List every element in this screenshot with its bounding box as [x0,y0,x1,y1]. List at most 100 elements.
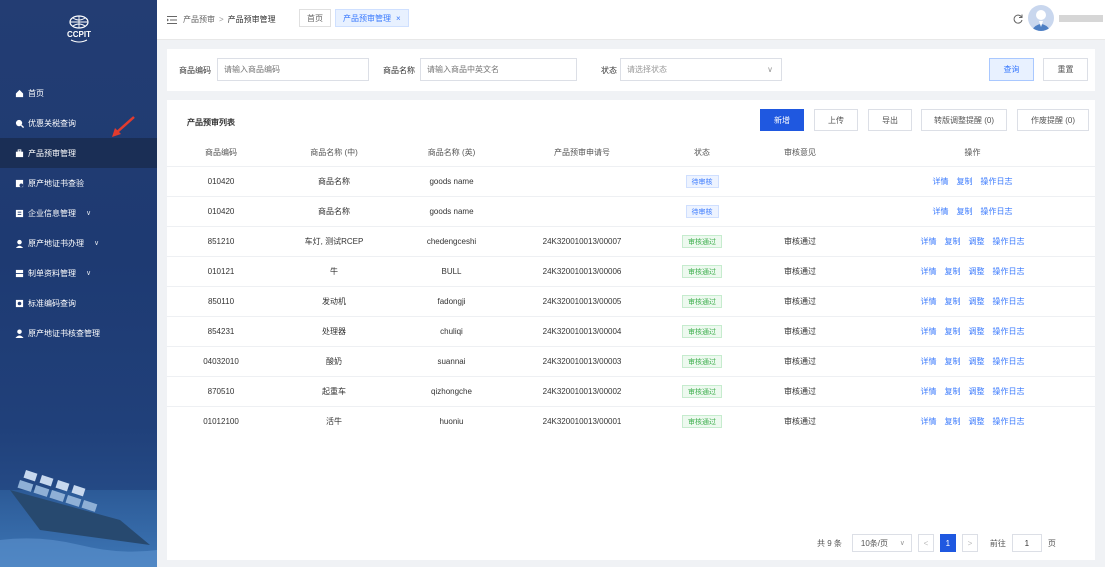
col-app-no: 产品预审申请号 [510,140,654,166]
detail-link[interactable]: 详情 [933,206,949,217]
col-status: 状态 [654,140,750,166]
copy-link[interactable]: 复制 [957,176,973,187]
cell-opinion: 审核通过 [750,345,850,376]
status-badge: 审核通过 [682,384,722,398]
oplog-link[interactable]: 操作日志 [993,416,1025,427]
page-jump: 前往 1 页 [990,534,1056,552]
status-badge: 待审核 [685,204,719,218]
close-icon[interactable]: × [396,14,401,23]
copy-link[interactable]: 复制 [945,356,961,367]
detail-link[interactable]: 详情 [921,416,937,427]
transfer-remind-button[interactable]: 转版调整提醒 (0) [921,109,1007,131]
status-select[interactable]: 请选择状态 ∨ [620,58,782,81]
cell-ops: 详情 复制 调整 操作日志 [850,285,1095,316]
oplog-link[interactable]: 操作日志 [993,266,1025,277]
adjust-link[interactable]: 调整 [969,266,985,277]
detail-link[interactable]: 详情 [921,326,937,337]
sidebar-item-cert-inspect[interactable]: 原产地证书核查管理 [0,318,157,348]
sidebar-item-cert-apply[interactable]: 原产地证书办理 ∨ [0,228,157,258]
name-input[interactable] [420,58,577,81]
oplog-link[interactable]: 操作日志 [993,236,1025,247]
export-button[interactable]: 导出 [868,109,912,131]
oplog-link[interactable]: 操作日志 [993,326,1025,337]
code-label: 商品编码 [179,66,211,75]
sidebar-item-enterprise[interactable]: 企业信息管理 ∨ [0,198,157,228]
refresh-icon[interactable] [1012,13,1024,25]
copy-link[interactable]: 复制 [945,416,961,427]
breadcrumb-parent[interactable]: 产品预审 [183,14,215,25]
adjust-link[interactable]: 调整 [969,386,985,397]
query-button[interactable]: 查询 [989,58,1034,81]
detail-link[interactable]: 详情 [933,176,949,187]
adjust-link[interactable]: 调整 [969,296,985,307]
col-name-en: 商品名称 (英) [393,140,510,166]
copy-link[interactable]: 复制 [945,386,961,397]
oplog-link[interactable]: 操作日志 [993,296,1025,307]
table-row: 870510 起重车 qizhongche 24K320010013/00002 审核通… [167,375,1095,406]
sidebar-item-label: 企业信息管理 [28,208,76,218]
next-page-button[interactable]: > [961,534,978,552]
oplog-link[interactable]: 操作日志 [993,386,1025,397]
detail-link[interactable]: 详情 [921,356,937,367]
status-badge: 审核通过 [682,324,722,338]
pointer-arrow-icon [112,116,135,137]
logo-text: CCPIT [67,30,91,39]
cell-app-no: 24K320010013/00006 [510,255,654,286]
table-row: 04032010 酸奶 suannai 24K320010013/00003 审核通过 审… [167,345,1095,376]
page-size-select[interactable]: 10条/页 ∨ [851,534,912,552]
row-actions: 详情 复制 操作日志 [933,176,1013,187]
code-input[interactable] [217,58,369,81]
avatar[interactable] [1028,5,1054,31]
page-tabs: 首页 产品预审管理 × [299,9,409,27]
name-label: 商品名称 [383,66,415,75]
oplog-link[interactable]: 操作日志 [981,206,1013,217]
add-button[interactable]: 新增 [760,109,804,131]
oplog-link[interactable]: 操作日志 [993,356,1025,367]
sidebar-item-doc-materials[interactable]: 制单资料管理 ∨ [0,258,157,288]
breadcrumb-separator: > [219,15,224,24]
tab-home[interactable]: 首页 [299,9,331,27]
table-row: 010121 牛 BULL 24K320010013/00006 审核通过 审核通过 详情复… [167,255,1095,286]
user-icon [15,328,24,338]
status-badge: 待审核 [685,174,719,188]
breadcrumb-current: 产品预审管理 [227,15,276,24]
status-label: 状态 [601,66,617,75]
void-remind-button[interactable]: 作废提醒 (0) [1017,109,1089,131]
user-search-icon [15,239,24,248]
copy-link[interactable]: 复制 [945,236,961,247]
sidebar-item-home[interactable]: 首页 [0,78,157,108]
ccpit-logo[interactable]: CCPIT [62,12,96,46]
reset-button[interactable]: 重置 [1043,58,1088,81]
copy-link[interactable]: 复制 [945,266,961,277]
oplog-link[interactable]: 操作日志 [981,176,1013,187]
sidebar-item-cert-verify[interactable]: 原产地证书查验 [0,168,157,198]
username-redacted[interactable] [1059,15,1103,22]
adjust-link[interactable]: 调整 [969,416,985,427]
detail-link[interactable]: 详情 [921,266,937,277]
total-count: 共 9 条 [817,538,842,548]
page-number-current[interactable]: 1 [939,534,956,552]
tab-product-review[interactable]: 产品预审管理 × [335,9,409,27]
adjust-link[interactable]: 调整 [969,356,985,367]
adjust-link[interactable]: 调整 [969,236,985,247]
status-badge: 审核通过 [682,294,722,308]
sidebar-item-product-review[interactable]: 产品预审管理 [0,138,157,168]
list-title: 产品预审列表 [187,118,235,127]
sidebar-item-code-query[interactable]: 标准编码查询 [0,288,157,318]
prev-page-button[interactable]: < [917,534,934,552]
building-icon [15,209,24,218]
upload-button[interactable]: 上传 [814,109,858,131]
goto-page-input[interactable]: 1 [1011,534,1042,552]
copy-link[interactable]: 复制 [957,206,973,217]
adjust-link[interactable]: 调整 [969,326,985,337]
table-row: 010420 商品名称 goods name 待审核 详情 复制 操作日志 [167,195,1095,226]
copy-link[interactable]: 复制 [945,296,961,307]
copy-link[interactable]: 复制 [945,326,961,337]
sidebar-item-label: 首页 [28,88,44,98]
detail-link[interactable]: 详情 [921,386,937,397]
menu-toggle-icon[interactable] [167,15,177,24]
detail-link[interactable]: 详情 [921,236,937,247]
detail-link[interactable]: 详情 [921,296,937,307]
breadcrumb: 产品预审 > 产品预审管理 [167,14,276,25]
briefcase-icon [15,148,24,158]
